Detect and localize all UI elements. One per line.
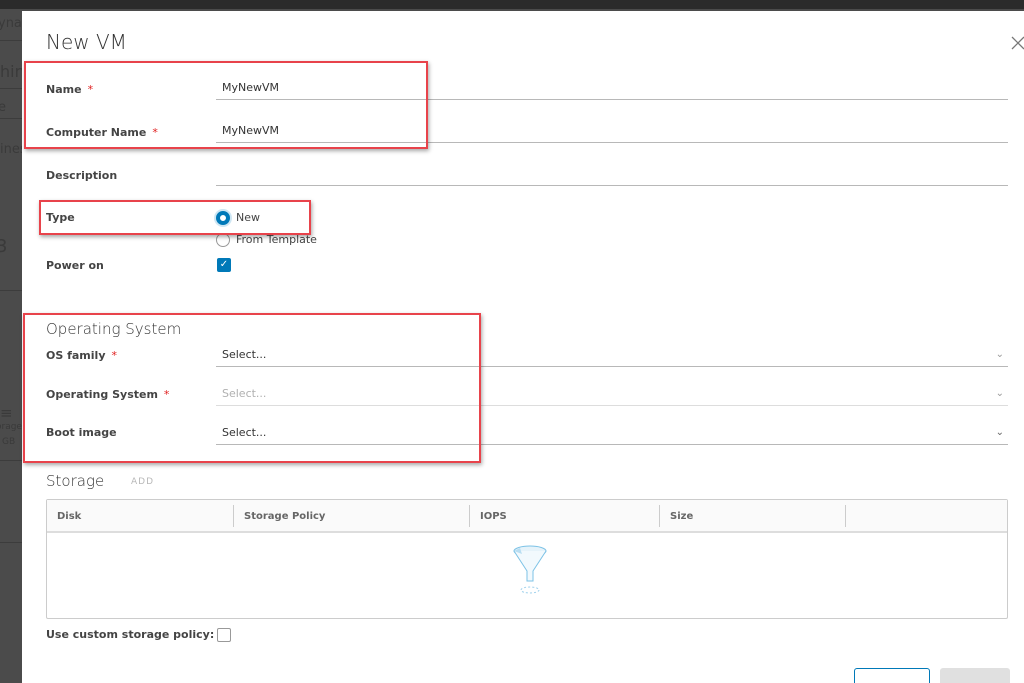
background-divider (0, 88, 22, 89)
operating-system-section-title: Operating System (46, 320, 182, 338)
description-input[interactable] (216, 164, 1008, 186)
storage-section-title: Storage (46, 472, 105, 490)
description-label: Description (46, 169, 118, 182)
background-divider (0, 542, 22, 543)
custom-storage-policy-checkbox[interactable] (217, 628, 231, 642)
chevron-down-icon: ⌄ (995, 349, 1004, 360)
background-divider (0, 460, 22, 461)
column-header-iops[interactable]: IOPS (470, 500, 659, 531)
background-divider (0, 40, 22, 41)
storage-icon: ≡ (0, 404, 13, 422)
boot-image-label: Boot image (46, 426, 117, 439)
operating-system-label: Operating System * (46, 388, 169, 401)
operating-system-label-text: Operating System (46, 388, 158, 401)
type-from-template-radio[interactable] (216, 233, 230, 247)
power-on-label: Power on (46, 259, 104, 272)
name-label: Name * (46, 83, 93, 96)
os-family-select[interactable]: Select... ⌄ (216, 345, 1008, 367)
type-new-radio[interactable] (216, 211, 230, 225)
boot-image-value: Select... (222, 426, 267, 439)
boot-image-select[interactable]: Select... ⌄ (216, 423, 1008, 445)
background-text: 3 (0, 236, 8, 257)
add-storage-button[interactable]: ADD (131, 477, 154, 487)
type-label: Type (46, 211, 75, 224)
background-text: orage (0, 422, 22, 432)
column-header-storage-policy[interactable]: Storage Policy (234, 500, 469, 531)
storage-grid: Disk Storage Policy IOPS Size (46, 499, 1008, 619)
power-on-checkbox[interactable]: ✓ (217, 258, 231, 272)
required-marker: * (152, 126, 158, 139)
os-family-label-text: OS family (46, 349, 106, 362)
app-header-bar (0, 0, 1024, 9)
operating-system-select[interactable]: Select... ⌄ (216, 384, 1008, 406)
column-separator[interactable] (845, 505, 846, 527)
storage-grid-header: Disk Storage Policy IOPS Size (47, 500, 1007, 533)
required-marker: * (111, 349, 118, 362)
ok-button[interactable] (940, 668, 1010, 683)
computer-name-label: Computer Name * (46, 126, 158, 139)
cancel-button[interactable] (854, 668, 930, 683)
chevron-down-icon: ⌄ (995, 427, 1004, 438)
name-input[interactable]: MyNewVM (216, 78, 1008, 100)
name-label-text: Name (46, 83, 82, 96)
background-text: GB (2, 437, 16, 447)
close-icon[interactable] (1010, 35, 1024, 51)
custom-storage-policy-label: Use custom storage policy: (46, 628, 215, 641)
dialog-title: New VM (46, 30, 127, 54)
funnel-icon (510, 545, 550, 599)
required-marker: * (163, 388, 170, 401)
chevron-down-icon: ⌄ (995, 388, 1004, 399)
background-divider (0, 290, 22, 291)
operating-system-value: Select... (222, 387, 267, 400)
type-new-label[interactable]: New (236, 211, 260, 224)
computer-name-input[interactable]: MyNewVM (216, 121, 1008, 143)
background-divider (0, 118, 22, 119)
column-header-disk[interactable]: Disk (47, 500, 233, 531)
type-from-template-label[interactable]: From Template (236, 233, 317, 246)
os-family-value: Select... (222, 348, 267, 361)
new-vm-dialog: New VM Name * MyNewVM Computer Name * MyNe… (22, 11, 1024, 683)
background-text: e (0, 100, 6, 115)
os-family-label: OS family * (46, 349, 117, 362)
column-header-size[interactable]: Size (660, 500, 845, 531)
computer-name-label-text: Computer Name (46, 126, 147, 139)
required-marker: * (87, 83, 94, 96)
